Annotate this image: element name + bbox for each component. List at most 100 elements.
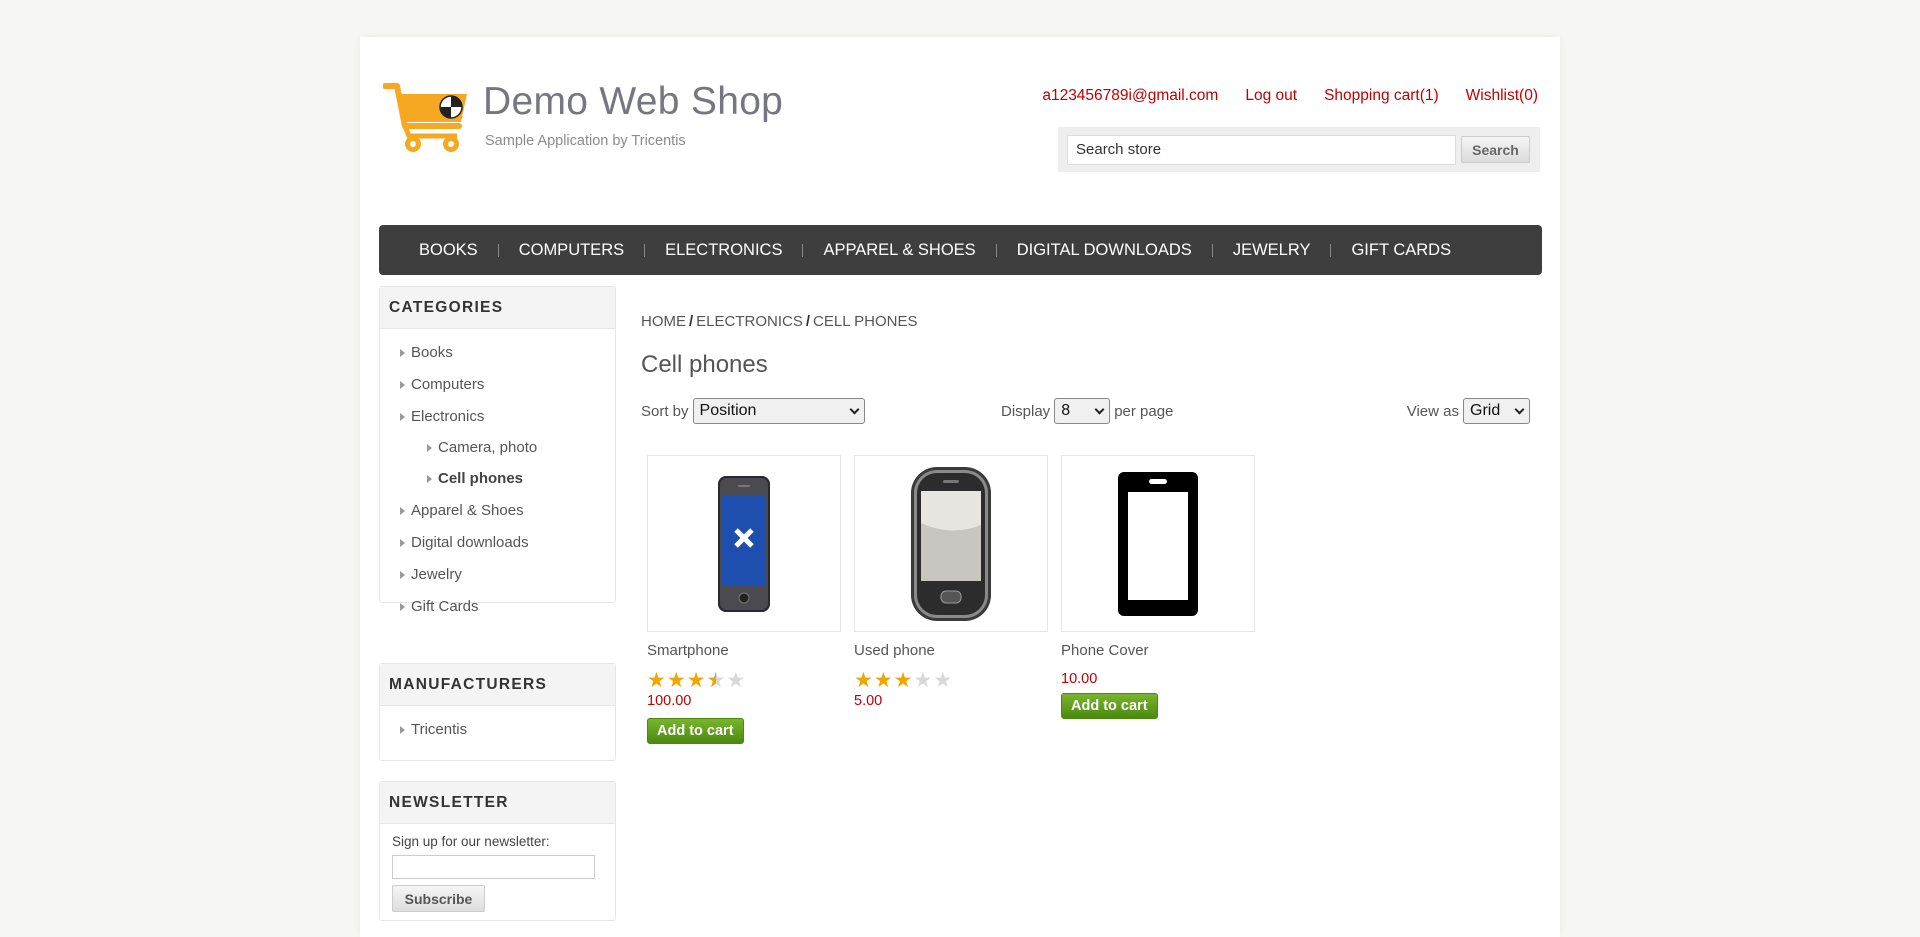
categories-block: CATEGORIES Books Computers Electronics C… <box>379 286 616 615</box>
product-image[interactable] <box>854 455 1048 632</box>
breadcrumb-cell-phones: CELL PHONES <box>813 313 918 330</box>
category-jewelry[interactable]: Jewelry <box>397 559 615 591</box>
product-name[interactable]: Smartphone <box>647 642 841 659</box>
category-label: Camera, photo <box>438 438 538 456</box>
view-mode-value: Grid <box>1470 402 1501 419</box>
category-apparel-shoes[interactable]: Apparel & Shoes <box>397 495 615 527</box>
phone-cover-image-icon <box>1118 471 1198 616</box>
site-logo[interactable]: Demo Web Shop Sample Application by Tric… <box>383 82 783 158</box>
categories-title: CATEGORIES <box>380 287 615 329</box>
arrow-right-icon <box>427 474 432 483</box>
category-label: Books <box>411 344 453 361</box>
newsletter-title: NEWSLETTER <box>380 782 615 824</box>
menu-item-electronics[interactable]: ELECTRONICS <box>645 241 802 260</box>
sort-select[interactable]: Position <box>692 398 865 424</box>
chevron-down-icon <box>1514 404 1525 414</box>
category-camera-photo[interactable]: Camera, photo <box>397 433 615 462</box>
sort-control: Sort by Position <box>641 398 865 424</box>
menu-item-digital-downloads[interactable]: DIGITAL DOWNLOADS <box>997 241 1212 260</box>
shopping-cart-logo-icon <box>383 83 467 152</box>
view-mode-select[interactable]: Grid <box>1463 398 1530 424</box>
chevron-down-icon <box>1094 404 1105 414</box>
category-gift-cards[interactable]: Gift Cards <box>397 591 615 623</box>
category-computers[interactable]: Computers <box>397 369 615 401</box>
arrow-right-icon <box>400 603 405 611</box>
add-to-cart-button[interactable]: Add to cart <box>1061 693 1158 719</box>
category-digital-downloads[interactable]: Digital downloads <box>397 527 615 559</box>
category-books[interactable]: Books <box>397 337 615 369</box>
product-price: 10.00 <box>1061 671 1098 687</box>
category-cell-phones[interactable]: Cell phones <box>397 462 615 495</box>
arrow-right-icon <box>400 413 405 421</box>
menu-item-books[interactable]: BOOKS <box>399 241 498 260</box>
manufacturer-label: Tricentis <box>411 721 468 738</box>
star-empty-icon: ★ <box>726 669 746 692</box>
menu-item-apparel-shoes[interactable]: APPAREL & SHOES <box>803 241 995 260</box>
site-subtitle: Sample Application by Tricentis <box>485 133 686 149</box>
product-item: Used phone ★ ★ ★ ★ ★ 5.00 <box>854 455 1048 744</box>
star-icon: ★ <box>666 669 686 692</box>
site-title: Demo Web Shop <box>483 80 784 123</box>
star-empty-icon: ★ <box>933 669 953 692</box>
arrow-right-icon <box>400 349 405 357</box>
search-box: Search <box>1058 127 1540 172</box>
breadcrumb-separator: / <box>805 313 811 330</box>
product-price: 5.00 <box>854 693 883 709</box>
star-icon: ★ <box>873 669 893 692</box>
category-label: Gift Cards <box>411 598 479 615</box>
product-rating: ★ ★ ★ ★ ★ <box>854 670 1048 691</box>
menu-item-gift-cards[interactable]: GIFT CARDS <box>1331 241 1471 260</box>
product-name[interactable]: Phone Cover <box>1061 642 1255 659</box>
breadcrumb-electronics[interactable]: ELECTRONICS <box>696 313 803 330</box>
star-icon: ★ <box>854 669 873 692</box>
per-page-label: per page <box>1114 402 1174 420</box>
star-half-icon: ★ <box>706 670 725 691</box>
search-input[interactable] <box>1067 134 1456 165</box>
product-image[interactable] <box>1061 455 1255 632</box>
star-empty-icon: ★ <box>913 669 933 692</box>
sort-label: Sort by <box>641 402 689 420</box>
category-label: Electronics <box>411 408 485 425</box>
newsletter-email-input[interactable] <box>392 855 595 879</box>
menu-item-computers[interactable]: COMPUTERS <box>499 241 644 260</box>
category-electronics[interactable]: Electronics <box>397 401 615 433</box>
shopping-cart-link[interactable]: Shopping cart(1) <box>1324 87 1439 105</box>
top-menu: BOOKS COMPUTERS ELECTRONICS APPAREL & SH… <box>379 225 1542 275</box>
menu-item-jewelry[interactable]: JEWELRY <box>1213 241 1331 260</box>
product-image[interactable] <box>647 455 841 632</box>
star-icon: ★ <box>893 669 913 692</box>
product-name[interactable]: Used phone <box>854 642 1048 659</box>
newsletter-label: Sign up for our newsletter: <box>392 834 550 849</box>
manufacturers-block: MANUFACTURERS Tricentis <box>379 663 616 761</box>
category-label: Jewelry <box>411 566 462 583</box>
display-control: Display 8 per page <box>1001 398 1173 424</box>
category-label: Digital downloads <box>411 534 529 551</box>
breadcrumb-separator: / <box>689 313 694 330</box>
newsletter-block: NEWSLETTER Sign up for our newsletter: S… <box>379 781 616 921</box>
arrow-right-icon <box>400 507 405 515</box>
product-item: Phone Cover 10.00 Add to cart <box>1061 455 1255 744</box>
subscribe-button[interactable]: Subscribe <box>392 885 485 912</box>
page-size-select[interactable]: 8 <box>1054 398 1111 424</box>
star-icon: ★ <box>686 669 706 692</box>
arrow-right-icon <box>400 381 405 389</box>
manufacturer-tricentis[interactable]: Tricentis <box>397 714 615 746</box>
header-links: a123456789i@gmail.com Log out Shopping c… <box>1015 87 1538 105</box>
product-rating: ★ ★ ★ ★ ★ <box>647 670 841 691</box>
page-title: Cell phones <box>641 351 768 378</box>
view-label: View as <box>1406 402 1459 420</box>
star-icon: ★ <box>647 669 666 692</box>
used-phone-image-icon <box>911 466 991 621</box>
search-button[interactable]: Search <box>1461 136 1530 163</box>
chevron-down-icon <box>849 404 859 414</box>
category-label: Computers <box>411 376 485 393</box>
sort-value: Position <box>699 402 757 419</box>
breadcrumb-home[interactable]: HOME <box>641 313 686 330</box>
manufacturers-title: MANUFACTURERS <box>380 664 615 706</box>
arrow-right-icon <box>427 443 432 452</box>
wishlist-link[interactable]: Wishlist(0) <box>1466 87 1538 105</box>
logout-link[interactable]: Log out <box>1245 87 1297 105</box>
add-to-cart-button[interactable]: Add to cart <box>647 718 744 744</box>
account-link[interactable]: a123456789i@gmail.com <box>1042 87 1218 105</box>
product-item: Smartphone ★ ★ ★ ★ ★ 100.00 Add to cart <box>647 455 841 744</box>
